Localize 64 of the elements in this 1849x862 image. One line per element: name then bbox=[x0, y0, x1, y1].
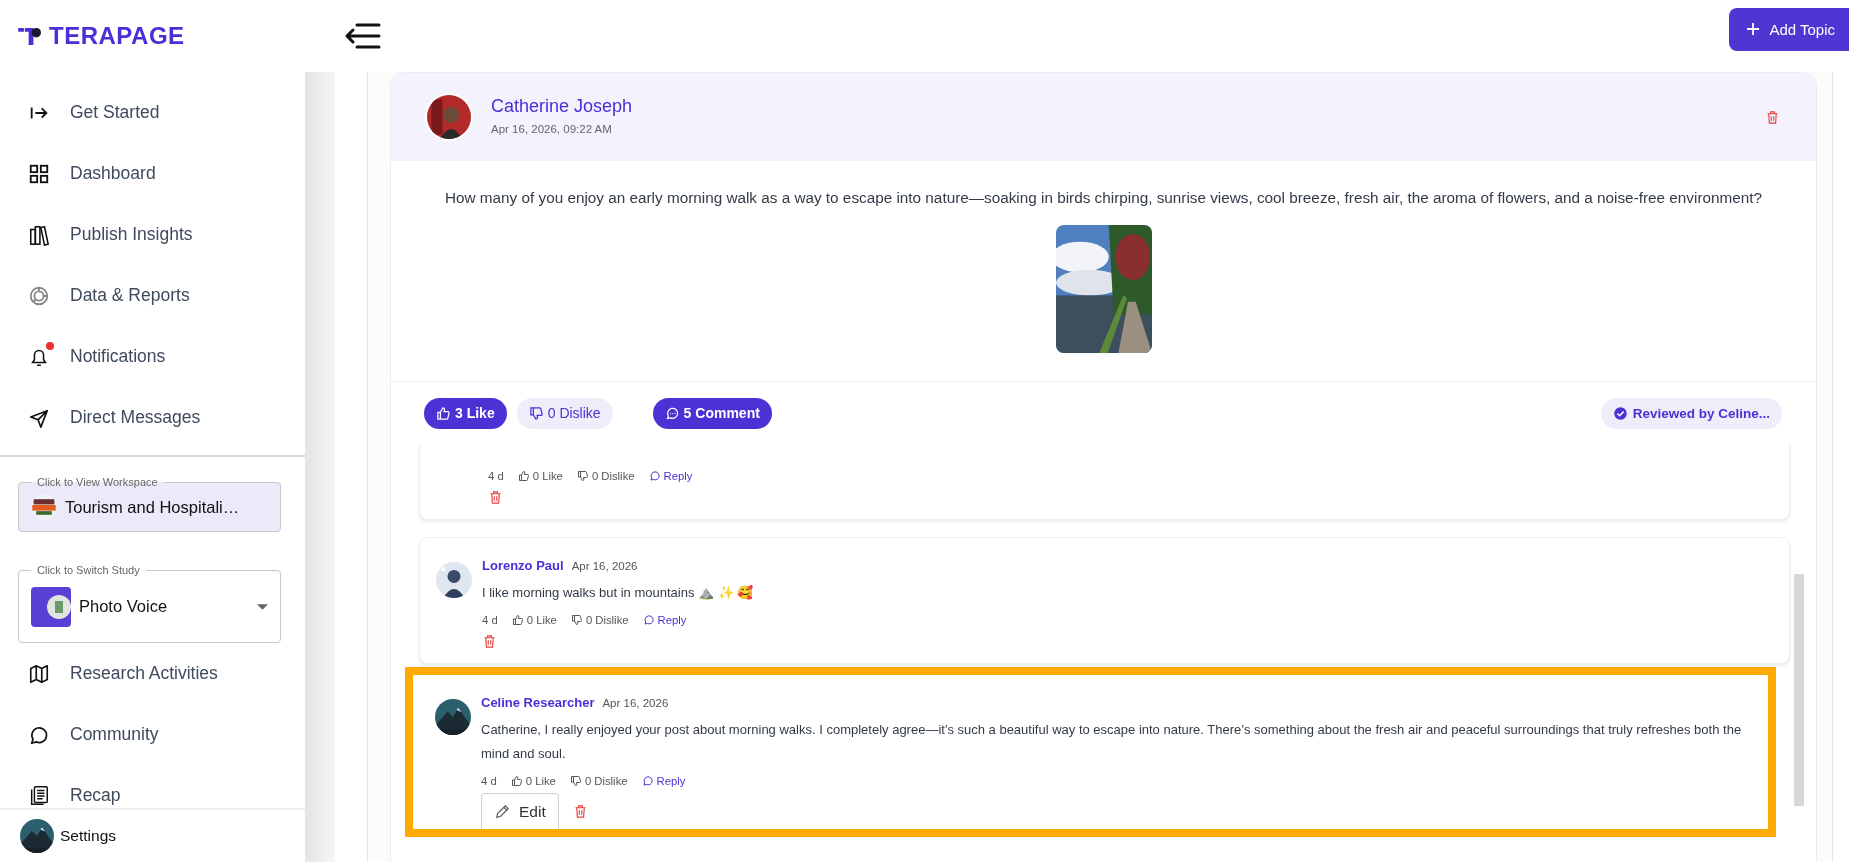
commenter-name[interactable]: Celine Researcher bbox=[481, 695, 595, 710]
comment-age: 4 d bbox=[482, 614, 498, 626]
sidebar-item[interactable]: Get Started bbox=[0, 82, 305, 143]
thumbs-up-icon bbox=[511, 614, 524, 626]
like-link[interactable]: 0 Like bbox=[510, 775, 556, 787]
grid-icon bbox=[28, 162, 50, 185]
reviewed-badge: Reviewed by Celine... bbox=[1600, 397, 1782, 429]
post-date: Apr 16, 2026, 09:22 AM bbox=[491, 122, 613, 135]
comment-icon bbox=[664, 405, 680, 421]
comment-icon bbox=[641, 775, 654, 787]
settings-link[interactable]: Settings bbox=[60, 827, 116, 845]
map-icon bbox=[28, 662, 50, 685]
scrollbar[interactable] bbox=[1794, 574, 1804, 806]
thumbs-down-icon bbox=[528, 405, 544, 421]
delete-icon[interactable] bbox=[1765, 109, 1780, 125]
sidebar-item[interactable]: Dashboard bbox=[0, 143, 305, 204]
sidebar-item[interactable]: Publish Insights bbox=[0, 204, 305, 265]
sidebar-item[interactable]: Notifications bbox=[0, 326, 305, 387]
comment-date: Apr 16, 2026 bbox=[602, 697, 669, 709]
document-icon bbox=[28, 784, 50, 807]
comment-age: 4 d bbox=[481, 775, 497, 787]
comment-text: Catherine, I really enjoyed your post about morning walks. I completely agree—it's such a beautiful way to escape into nature. There’s something about the fresh air and peaceful surroundings that truly refreshes both the mind and soul. bbox=[481, 721, 1743, 763]
thumbs-up-icon bbox=[517, 470, 530, 482]
collapse-menu-icon[interactable] bbox=[345, 22, 381, 50]
sidebar-item[interactable]: Community bbox=[0, 704, 305, 765]
post-text: How many of you enjoy an early morning walk as a way to escape into nature—soaking in birds chirping, sunrise views, cool breeze, fresh air, the aroma of flowers, and a noise-free environment? bbox=[444, 189, 1763, 207]
thumbs-up-icon bbox=[510, 775, 523, 787]
comment-icon bbox=[648, 470, 661, 482]
commenter-name[interactable]: Lorenzo Paul bbox=[482, 558, 564, 573]
comment-button[interactable]: 5 Comment bbox=[652, 397, 772, 429]
check-circle-icon bbox=[1612, 405, 1628, 421]
edit-button[interactable]: Edit bbox=[481, 793, 559, 829]
sidebar-item[interactable]: Data & Reports bbox=[0, 265, 305, 326]
logo-text: TERAPAGE bbox=[49, 22, 185, 50]
like-link[interactable]: 0 Like bbox=[517, 470, 563, 482]
plus-icon bbox=[1747, 23, 1760, 35]
delete-icon[interactable] bbox=[488, 490, 503, 505]
pencil-icon bbox=[494, 803, 511, 820]
like-link[interactable]: 0 Like bbox=[511, 614, 557, 626]
thumbs-down-icon bbox=[569, 775, 582, 787]
reply-link[interactable]: Reply bbox=[641, 775, 686, 787]
comment-icon bbox=[642, 614, 655, 626]
thumbs-down-icon bbox=[576, 470, 589, 482]
dropdown-caret-icon bbox=[257, 603, 268, 610]
dislike-button[interactable]: 0 Dislike bbox=[516, 397, 613, 429]
thumbs-up-icon bbox=[436, 405, 451, 421]
books-icon bbox=[28, 223, 50, 246]
comment-age: 4 d bbox=[488, 470, 504, 482]
add-topic-button[interactable]: Add Topic bbox=[1729, 7, 1849, 51]
reply-link[interactable]: Reply bbox=[642, 614, 687, 626]
comment-date: Apr 16, 2026 bbox=[571, 560, 638, 572]
dislike-link[interactable]: 0 Dislike bbox=[569, 775, 628, 787]
sidebar-item[interactable]: Direct Messages bbox=[0, 387, 305, 448]
sidebar-item[interactable]: Recap bbox=[0, 765, 305, 808]
dislike-link[interactable]: 0 Dislike bbox=[570, 614, 629, 626]
author-name[interactable]: Catherine Joseph bbox=[491, 95, 633, 117]
comment-text: I like morning walks but in mountains ⛰ ✨ 🥰 bbox=[482, 584, 755, 602]
pie-chart-icon bbox=[28, 284, 50, 307]
delete-icon[interactable] bbox=[482, 634, 497, 649]
like-button[interactable]: 3 Like bbox=[424, 397, 507, 429]
thumbs-down-icon bbox=[570, 614, 583, 626]
sidebar-item[interactable]: Research Activities bbox=[0, 643, 305, 704]
reply-link[interactable]: Reply bbox=[648, 470, 693, 482]
dislike-link[interactable]: 0 Dislike bbox=[576, 470, 635, 482]
